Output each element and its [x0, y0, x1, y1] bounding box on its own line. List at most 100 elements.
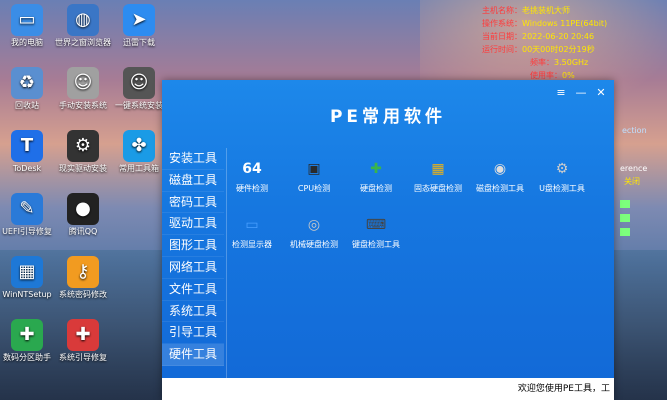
desktop-icon-label: 常用工具箱 [119, 164, 159, 173]
todesk-icon: T [11, 130, 43, 162]
desktop-icon[interactable]: ♻ 回收站 [0, 67, 57, 111]
tool-item[interactable]: ▣ CPU检测 [279, 158, 349, 194]
penguin-icon: ● [67, 193, 99, 225]
clover-icon: ✤ [123, 130, 155, 162]
sidebar-item[interactable]: 文件工具 [162, 279, 224, 301]
desktop-icon-label: ToDesk [12, 164, 42, 173]
tool-icon: ◎ [307, 217, 321, 233]
windows-icon: ▦ [11, 256, 43, 288]
status-indicator [620, 200, 630, 208]
tool-item[interactable]: 64 硬件检测 [217, 158, 287, 194]
close-button[interactable]: ✕ [594, 86, 608, 100]
desktop-icon[interactable]: ☺ 手动安装系统 [53, 67, 113, 111]
desktop-icon[interactable]: ✚ 系统引导修复 [53, 319, 113, 363]
tool-icon: ✚ [370, 161, 382, 177]
desktop-icon-label: WinNTSetup [2, 290, 52, 299]
sidebar-item[interactable]: 安装工具 [162, 148, 224, 170]
tool-item[interactable]: ⚙ U盘检测工具 [527, 158, 597, 194]
bird-icon: ➤ [123, 4, 155, 36]
window-title: PE常用软件 [329, 107, 447, 127]
desktop-icon[interactable]: T ToDesk [0, 130, 57, 174]
key-icon: ⚷ [67, 256, 99, 288]
sysinfo-value: 老挑装机大师 [522, 6, 570, 15]
sysinfo-label: 主机名称： [482, 6, 522, 15]
tool-item[interactable]: ✚ 硬盘检测 [341, 158, 411, 194]
tool-icon: ◉ [493, 161, 507, 177]
desktop-icon-label: UEFI引导修复 [2, 227, 52, 236]
sysinfo-value: 2022-06-20 20:46 [522, 32, 595, 41]
desktop-icon-label: 系统引导修复 [59, 353, 107, 362]
status-indicator [620, 228, 630, 236]
sidebar-item[interactable]: 引导工具 [162, 322, 224, 345]
tool-icon: ⚙ [555, 161, 569, 177]
desktop-icon[interactable]: ✤ 常用工具箱 [109, 130, 169, 174]
tool-item[interactable]: ▭ 检测显示器 [217, 214, 287, 250]
tool-label: 机械硬盘检测 [290, 240, 338, 249]
right-strip: ection erence 关闭 [614, 80, 667, 400]
sysinfo-row: 操作系统：Windows 11PE(64bit) [482, 17, 607, 30]
tool-item[interactable]: ⌨ 键盘检测工具 [341, 214, 411, 250]
globe-icon: ◍ [67, 4, 99, 36]
sidebar: 安装工具 磁盘工具 密码工具 驱动工具 图形工具 网络工具 文件工具 系统工具 引导工具 硬件工具 [162, 148, 224, 366]
cpu-freq-label: 频率： [530, 58, 554, 67]
desktop-icon[interactable]: ● 腾讯QQ [53, 193, 113, 237]
desktop-icon[interactable]: ✚ 数码分区助手 [0, 319, 57, 363]
sidebar-item[interactable]: 磁盘工具 [162, 170, 224, 192]
desktop-icon[interactable]: ☺ 一键系统安装 [109, 67, 169, 111]
right-strip-line: 关闭 [624, 177, 640, 186]
desktop-icon-label: 回收站 [15, 101, 39, 110]
desktop-icon-label: 我的电脑 [11, 38, 43, 47]
sidebar-item[interactable]: 网络工具 [162, 257, 224, 279]
cpu-usage-value: 0% [562, 71, 575, 80]
system-info-panel: 主机名称：老挑装机大师 操作系统：Windows 11PE(64bit) 当前日期：… [482, 4, 607, 82]
ghost-icon: ☺ [67, 67, 99, 99]
sysinfo-value: Windows 11PE(64bit) [522, 19, 608, 28]
desktop-icon[interactable]: ➤ 迅雷下载 [109, 4, 169, 48]
tool-icon: ▭ [245, 217, 259, 233]
desktop-icon-label: 世界之窗浏览器 [55, 38, 111, 47]
sidebar-item[interactable]: 硬件工具 [162, 344, 224, 366]
desktop-icon[interactable]: ✎ UEFI引导修复 [0, 193, 57, 237]
right-strip-line: erence [620, 164, 648, 173]
desktop-icon[interactable]: ⚷ 系统密码修改 [53, 256, 113, 300]
desktop-icon-label: 迅雷下载 [123, 38, 155, 47]
tool-item[interactable]: ◎ 机械硬盘检测 [279, 214, 349, 250]
sidebar-item[interactable]: 驱动工具 [162, 213, 224, 236]
status-indicator [620, 214, 630, 222]
tool-label: 硬盘检测 [360, 184, 392, 193]
desktop-icon[interactable]: ▦ WinNTSetup [0, 256, 57, 300]
computer-icon: ▭ [11, 4, 43, 36]
desktop-icon-label: 一键系统安装 [115, 101, 163, 110]
tool-item[interactable]: ▦ 固态硬盘检测 [403, 158, 473, 194]
tool-grid: 64 硬件检测 ▣ CPU检测 ✚ 硬盘检测 ▦ 固态硬盘检测 ◉ 磁盘检测工具 ⚙ U盘检测工具 ▭ 检… [226, 148, 613, 378]
desktop-icon[interactable]: ◍ 世界之窗浏览器 [53, 4, 113, 48]
sidebar-item[interactable]: 系统工具 [162, 301, 224, 323]
recycle-bin-icon: ♻ [11, 67, 43, 99]
sysinfo-row: 当前日期：2022-06-20 20:46 [482, 30, 607, 43]
minimize-button[interactable]: — [574, 86, 588, 100]
desktop-icon-label: 手动安装系统 [59, 101, 107, 110]
desktop-icon-label: 数码分区助手 [3, 353, 51, 362]
tool-icon: ▦ [431, 161, 445, 177]
tool-label: U盘检测工具 [539, 184, 585, 193]
sidebar-item[interactable]: 密码工具 [162, 192, 224, 214]
sysinfo-label: 当前日期： [482, 32, 522, 41]
desktop-icon-label: 现实驱动安装 [59, 164, 107, 173]
sidebar-item[interactable]: 图形工具 [162, 235, 224, 257]
tool-label: 磁盘检测工具 [476, 184, 524, 193]
desktop-icon[interactable]: ⚙ 现实驱动安装 [53, 130, 113, 174]
sysinfo-row: 主机名称：老挑装机大师 [482, 4, 607, 17]
tool-icon: ⌨ [365, 217, 387, 233]
desktop-icon-label: 系统密码修改 [59, 290, 107, 299]
status-bar: 欢迎您使用PE工具，工 [162, 378, 614, 400]
sysinfo-label: 运行时间： [482, 45, 522, 54]
desktop-icon-label: 腾讯QQ [68, 227, 98, 236]
desktop-icon[interactable]: ▭ 我的电脑 [0, 4, 57, 48]
tool-item[interactable]: ◉ 磁盘检测工具 [465, 158, 535, 194]
tool-label: 硬件检测 [236, 184, 268, 193]
menu-button[interactable]: ≡ [554, 86, 568, 100]
tool-label: 固态硬盘检测 [414, 184, 462, 193]
tool-label: 检测显示器 [232, 240, 272, 249]
plus-icon: ✚ [11, 319, 43, 351]
right-strip-line: ection [622, 126, 647, 135]
